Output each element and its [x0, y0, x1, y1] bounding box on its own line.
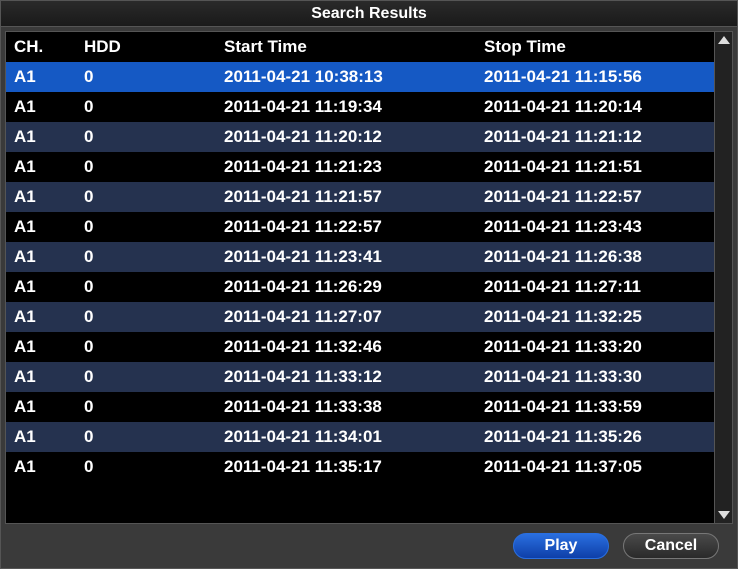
- cell-ch: A1: [14, 67, 84, 87]
- cell-ch: A1: [14, 127, 84, 147]
- cancel-button[interactable]: Cancel: [623, 533, 719, 559]
- cell-hdd: 0: [84, 337, 224, 357]
- content-area: CH. HDD Start Time Stop Time A102011-04-…: [5, 31, 733, 524]
- cell-start-time: 2011-04-21 11:19:34: [224, 97, 484, 117]
- footer: Play Cancel: [1, 524, 737, 568]
- cell-stop-time: 2011-04-21 11:33:59: [484, 397, 714, 417]
- cell-stop-time: 2011-04-21 11:32:25: [484, 307, 714, 327]
- cell-start-time: 2011-04-21 11:21:57: [224, 187, 484, 207]
- play-button[interactable]: Play: [513, 533, 609, 559]
- cell-ch: A1: [14, 307, 84, 327]
- cell-start-time: 2011-04-21 11:23:41: [224, 247, 484, 267]
- window-title: Search Results: [311, 5, 427, 23]
- cell-hdd: 0: [84, 97, 224, 117]
- cell-start-time: 2011-04-21 11:26:29: [224, 277, 484, 297]
- table-row[interactable]: A102011-04-21 11:19:342011-04-21 11:20:1…: [6, 92, 714, 122]
- cell-start-time: 2011-04-21 11:27:07: [224, 307, 484, 327]
- cell-hdd: 0: [84, 157, 224, 177]
- cell-start-time: 2011-04-21 11:32:46: [224, 337, 484, 357]
- col-header-start: Start Time: [224, 37, 484, 57]
- cell-stop-time: 2011-04-21 11:23:43: [484, 217, 714, 237]
- cell-hdd: 0: [84, 457, 224, 477]
- cell-ch: A1: [14, 187, 84, 207]
- cell-hdd: 0: [84, 307, 224, 327]
- cell-ch: A1: [14, 457, 84, 477]
- scroll-down-icon[interactable]: [718, 511, 730, 519]
- results-table: CH. HDD Start Time Stop Time A102011-04-…: [6, 32, 714, 523]
- cell-stop-time: 2011-04-21 11:33:30: [484, 367, 714, 387]
- col-header-stop: Stop Time: [484, 37, 714, 57]
- cell-start-time: 2011-04-21 11:35:17: [224, 457, 484, 477]
- table-row[interactable]: A102011-04-21 11:35:172011-04-21 11:37:0…: [6, 452, 714, 482]
- cell-hdd: 0: [84, 217, 224, 237]
- cell-stop-time: 2011-04-21 11:26:38: [484, 247, 714, 267]
- table-row[interactable]: A102011-04-21 11:21:572011-04-21 11:22:5…: [6, 182, 714, 212]
- table-row[interactable]: A102011-04-21 11:34:012011-04-21 11:35:2…: [6, 422, 714, 452]
- table-header-row: CH. HDD Start Time Stop Time: [6, 32, 714, 62]
- cell-start-time: 2011-04-21 11:22:57: [224, 217, 484, 237]
- cell-ch: A1: [14, 367, 84, 387]
- cell-hdd: 0: [84, 127, 224, 147]
- cell-start-time: 2011-04-21 10:38:13: [224, 67, 484, 87]
- cell-start-time: 2011-04-21 11:33:12: [224, 367, 484, 387]
- cell-stop-time: 2011-04-21 11:22:57: [484, 187, 714, 207]
- table-row[interactable]: A102011-04-21 11:20:122011-04-21 11:21:1…: [6, 122, 714, 152]
- cell-ch: A1: [14, 277, 84, 297]
- cell-stop-time: 2011-04-21 11:21:12: [484, 127, 714, 147]
- table-row[interactable]: A102011-04-21 11:27:072011-04-21 11:32:2…: [6, 302, 714, 332]
- cell-ch: A1: [14, 217, 84, 237]
- cell-start-time: 2011-04-21 11:21:23: [224, 157, 484, 177]
- cell-ch: A1: [14, 427, 84, 447]
- cell-ch: A1: [14, 247, 84, 267]
- cell-ch: A1: [14, 97, 84, 117]
- play-button-label: Play: [545, 537, 578, 555]
- cell-stop-time: 2011-04-21 11:33:20: [484, 337, 714, 357]
- table-row[interactable]: A102011-04-21 11:32:462011-04-21 11:33:2…: [6, 332, 714, 362]
- cell-start-time: 2011-04-21 11:33:38: [224, 397, 484, 417]
- cell-hdd: 0: [84, 277, 224, 297]
- cell-start-time: 2011-04-21 11:34:01: [224, 427, 484, 447]
- scrollbar[interactable]: [714, 32, 732, 523]
- scroll-up-icon[interactable]: [718, 36, 730, 44]
- col-header-hdd: HDD: [84, 37, 224, 57]
- cell-ch: A1: [14, 337, 84, 357]
- cell-stop-time: 2011-04-21 11:21:51: [484, 157, 714, 177]
- cell-hdd: 0: [84, 367, 224, 387]
- cell-hdd: 0: [84, 247, 224, 267]
- search-results-window: Search Results CH. HDD Start Time Stop T…: [0, 0, 738, 569]
- table-row[interactable]: A102011-04-21 11:33:382011-04-21 11:33:5…: [6, 392, 714, 422]
- cancel-button-label: Cancel: [645, 537, 697, 555]
- cell-stop-time: 2011-04-21 11:15:56: [484, 67, 714, 87]
- table-row[interactable]: A102011-04-21 11:33:122011-04-21 11:33:3…: [6, 362, 714, 392]
- col-header-ch: CH.: [14, 37, 84, 57]
- table-row[interactable]: A102011-04-21 10:38:132011-04-21 11:15:5…: [6, 62, 714, 92]
- cell-hdd: 0: [84, 187, 224, 207]
- cell-hdd: 0: [84, 67, 224, 87]
- cell-stop-time: 2011-04-21 11:27:11: [484, 277, 714, 297]
- table-body: A102011-04-21 10:38:132011-04-21 11:15:5…: [6, 62, 714, 523]
- table-row[interactable]: A102011-04-21 11:23:412011-04-21 11:26:3…: [6, 242, 714, 272]
- table-row[interactable]: A102011-04-21 11:22:572011-04-21 11:23:4…: [6, 212, 714, 242]
- table-row[interactable]: A102011-04-21 11:21:232011-04-21 11:21:5…: [6, 152, 714, 182]
- cell-ch: A1: [14, 397, 84, 417]
- table-row[interactable]: A102011-04-21 11:26:292011-04-21 11:27:1…: [6, 272, 714, 302]
- cell-ch: A1: [14, 157, 84, 177]
- cell-stop-time: 2011-04-21 11:35:26: [484, 427, 714, 447]
- cell-hdd: 0: [84, 427, 224, 447]
- cell-start-time: 2011-04-21 11:20:12: [224, 127, 484, 147]
- cell-stop-time: 2011-04-21 11:37:05: [484, 457, 714, 477]
- cell-stop-time: 2011-04-21 11:20:14: [484, 97, 714, 117]
- titlebar: Search Results: [1, 1, 737, 27]
- cell-hdd: 0: [84, 397, 224, 417]
